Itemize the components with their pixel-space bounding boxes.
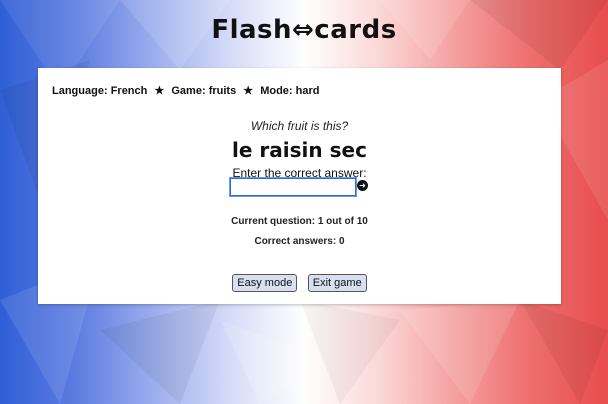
flashcard-panel: Language: French ★ Game: fruits ★ Mode: … [38,68,561,304]
arrow-right-circle-icon[interactable]: ➜ [357,180,368,191]
action-buttons: Easy mode Exit game [38,273,561,292]
answer-input[interactable] [229,177,357,197]
easy-mode-button[interactable]: Easy mode [232,274,298,292]
exit-game-button[interactable]: Exit game [307,274,367,292]
separator-star: ★ [154,85,165,97]
game-value: fruits [208,85,237,97]
question-prompt: Which fruit is this? [250,119,349,133]
separator-star: ★ [243,85,254,97]
correct-answers: Correct answers: 0 [254,236,345,247]
app-title: Flash⇔cards [211,15,397,45]
language-value: French [110,85,148,97]
current-question: Current question: 1 out of 10 [231,216,368,227]
game-info: Language: French ★ Game: fruits ★ Mode: … [52,84,319,97]
mode-label: Mode: [260,85,293,97]
game-label: Game: [171,85,206,97]
mode-value: hard [295,85,320,97]
question-word: le raisin sec [232,138,367,162]
language-label: Language: [52,85,108,97]
